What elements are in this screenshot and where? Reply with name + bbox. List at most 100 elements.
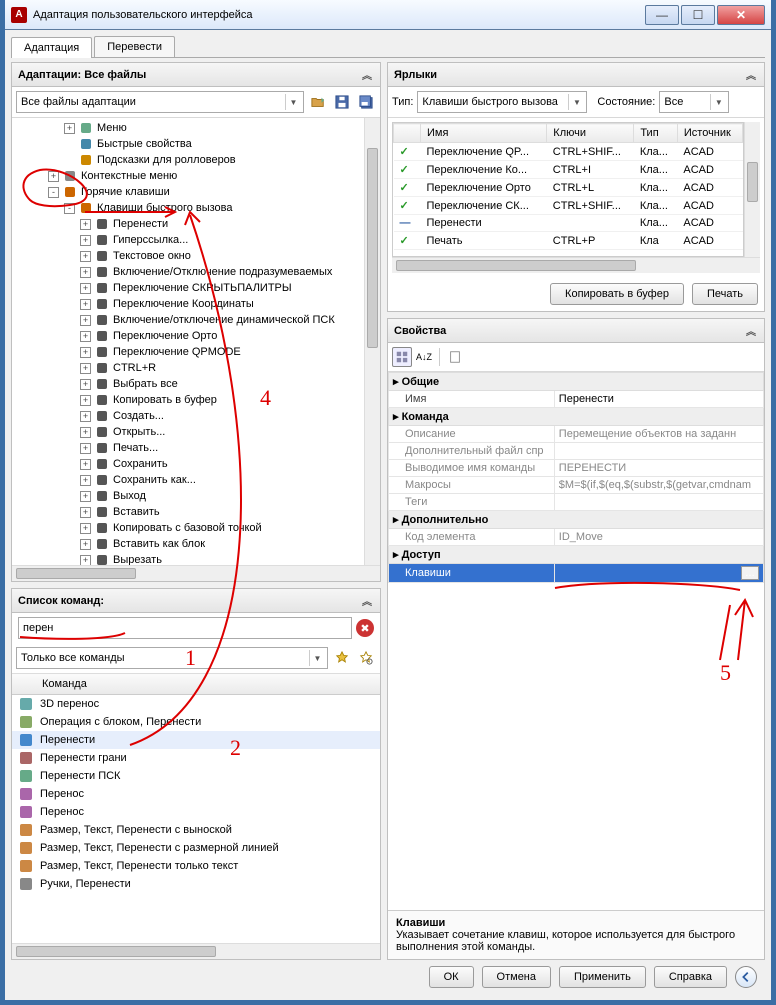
customization-tree[interactable]: +МенюБыстрые свойстваПодсказки для ролло…	[12, 118, 380, 565]
maximize-button[interactable]: ☐	[681, 5, 715, 25]
tree-toggle[interactable]: +	[80, 427, 91, 438]
tree-node[interactable]: +Переключение Орто	[16, 328, 378, 344]
command-row[interactable]: Перенести грани	[12, 749, 380, 767]
tree-node[interactable]: +Переключение СКРЫТЬПАЛИТРЫ	[16, 280, 378, 296]
collapse-icon[interactable]: ︽	[360, 593, 374, 608]
cancel-button[interactable]: Отмена	[482, 966, 551, 988]
tree-node[interactable]: +Контекстные меню	[16, 168, 378, 184]
shortcut-row[interactable]: ✓Переключение Ко...CTRL+IКла...ACAD	[394, 161, 743, 179]
tree-toggle[interactable]	[64, 155, 75, 166]
categorized-view-button[interactable]	[392, 347, 412, 367]
command-filter-combo[interactable]: Только все команды ▼	[16, 647, 328, 669]
tree-node[interactable]: +CTRL+R	[16, 360, 378, 376]
command-row[interactable]: Размер, Текст, Перенести с размерной лин…	[12, 839, 380, 857]
command-row[interactable]: Операция с блоком, Перенести	[12, 713, 380, 731]
tree-node[interactable]: +Открыть...	[16, 424, 378, 440]
col-src[interactable]: Источник	[677, 124, 742, 143]
tree-toggle[interactable]: +	[80, 315, 91, 326]
col-name[interactable]: Имя	[421, 124, 547, 143]
state-combo[interactable]: Все ▼	[659, 91, 729, 113]
tree-toggle[interactable]: +	[64, 123, 75, 134]
ellipsis-button[interactable]: …	[741, 566, 759, 580]
shortcuts-vscroll[interactable]	[744, 122, 760, 257]
help-button[interactable]: Справка	[654, 966, 727, 988]
prop-name-value[interactable]: Перенести	[554, 391, 763, 408]
tree-node[interactable]: +Переключение QPMODE	[16, 344, 378, 360]
shortcut-row[interactable]: ✓Переключение QP...CTRL+SHIF...Кла...ACA…	[394, 143, 743, 161]
command-row[interactable]: Размер, Текст, Перенести только текст	[12, 857, 380, 875]
prop-keys-value[interactable]: …	[554, 564, 763, 583]
apply-button[interactable]: Применить	[559, 966, 646, 988]
tree-node[interactable]: +Создать...	[16, 408, 378, 424]
tree-node[interactable]: +Сохранить как...	[16, 472, 378, 488]
tree-toggle[interactable]: +	[80, 443, 91, 454]
command-row[interactable]: Перенос	[12, 803, 380, 821]
tree-toggle[interactable]: +	[80, 491, 91, 502]
save-all-button[interactable]	[356, 92, 376, 112]
tab-translate[interactable]: Перевести	[94, 36, 175, 57]
help-icon-button[interactable]	[735, 966, 757, 988]
shortcuts-grid[interactable]: Имя Ключи Тип Источник ✓Переключение QP.…	[393, 123, 743, 250]
command-row[interactable]: Ручки, Перенести	[12, 875, 380, 893]
shortcut-row[interactable]: ✓Переключение ОртоCTRL+LКла...ACAD	[394, 179, 743, 197]
tree-node[interactable]: +Меню	[16, 120, 378, 136]
tree-toggle[interactable]: +	[80, 539, 91, 550]
command-row[interactable]: Перенести	[12, 731, 380, 749]
tree-toggle[interactable]: +	[80, 219, 91, 230]
find-command-button[interactable]	[356, 648, 376, 668]
tree-toggle[interactable]: +	[80, 267, 91, 278]
tree-node[interactable]: +Текстовое окно	[16, 248, 378, 264]
tree-toggle[interactable]: +	[80, 299, 91, 310]
command-row[interactable]: 3D перенос	[12, 695, 380, 713]
new-command-button[interactable]	[332, 648, 352, 668]
minimize-button[interactable]: —	[645, 5, 679, 25]
command-row[interactable]: Перенос	[12, 785, 380, 803]
tree-node[interactable]: Подсказки для ролловеров	[16, 152, 378, 168]
tree-toggle[interactable]: +	[80, 363, 91, 374]
command-search-input[interactable]	[18, 617, 352, 639]
tree-node[interactable]: +Вставить	[16, 504, 378, 520]
tree-node[interactable]: +Вставить как блок	[16, 536, 378, 552]
print-button[interactable]: Печать	[692, 283, 758, 305]
ok-button[interactable]: ОК	[429, 966, 474, 988]
tree-toggle[interactable]: -	[64, 203, 75, 214]
collapse-icon[interactable]: ︽	[744, 67, 758, 82]
tree-node[interactable]: +Перенести	[16, 216, 378, 232]
tree-toggle[interactable]: +	[80, 235, 91, 246]
prop-keys-label[interactable]: Клавиши	[389, 564, 555, 583]
tree-node[interactable]: +Включение/Отключение подразумеваемых	[16, 264, 378, 280]
tree-toggle[interactable]: +	[80, 459, 91, 470]
tree-node[interactable]: -Клавиши быстрого вызова	[16, 200, 378, 216]
command-row[interactable]: Перенести ПСК	[12, 767, 380, 785]
tree-toggle[interactable]: +	[80, 395, 91, 406]
shortcut-row[interactable]: ✓ПечатьCTRL+PКлаACAD	[394, 232, 743, 250]
tree-toggle[interactable]: +	[80, 475, 91, 486]
tree-toggle[interactable]: +	[80, 251, 91, 262]
clear-search-button[interactable]: ✖	[356, 619, 374, 637]
shortcut-row[interactable]: ✓Переключение СК...CTRL+SHIF...Кла...ACA…	[394, 197, 743, 215]
tree-node[interactable]: Быстрые свойства	[16, 136, 378, 152]
tree-vscroll[interactable]	[364, 118, 380, 565]
tree-node[interactable]: +Копировать в буфер	[16, 392, 378, 408]
tab-adapt[interactable]: Адаптация	[11, 37, 92, 58]
cmdlist-hscroll[interactable]	[12, 943, 380, 959]
property-grid[interactable]: ▸ Общие ИмяПеренести ▸ Команда ОписаниеП…	[388, 372, 764, 583]
tree-toggle[interactable]: +	[80, 411, 91, 422]
adaptation-files-combo[interactable]: Все файлы адаптации ▼	[16, 91, 304, 113]
tree-toggle[interactable]: +	[80, 347, 91, 358]
command-column-header[interactable]: Команда	[12, 673, 380, 695]
tree-toggle[interactable]: +	[80, 507, 91, 518]
shortcuts-hscroll[interactable]	[392, 257, 760, 273]
open-folder-button[interactable]	[308, 92, 328, 112]
col-type[interactable]: Тип	[634, 124, 678, 143]
tree-node[interactable]: +Выбрать все	[16, 376, 378, 392]
type-combo[interactable]: Клавиши быстрого вызова ▼	[417, 91, 587, 113]
tree-toggle[interactable]: -	[48, 187, 59, 198]
tree-toggle[interactable]: +	[80, 331, 91, 342]
tree-node[interactable]: +Сохранить	[16, 456, 378, 472]
tree-toggle[interactable]: +	[48, 171, 59, 182]
close-button[interactable]: ✕	[717, 5, 765, 25]
tree-hscroll[interactable]	[12, 565, 380, 581]
tree-toggle[interactable]: +	[80, 283, 91, 294]
property-pages-button[interactable]	[445, 347, 465, 367]
